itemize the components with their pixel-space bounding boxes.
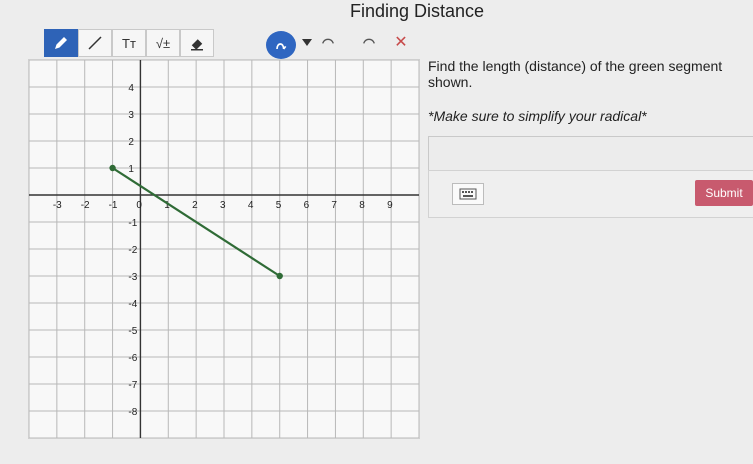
line-icon — [88, 36, 102, 50]
keyboard-button[interactable] — [452, 183, 484, 205]
x-tick-label: 8 — [359, 200, 365, 211]
x-tick-label: -3 — [53, 200, 62, 211]
segment-endpoint-end — [276, 272, 283, 280]
answer-input[interactable] — [428, 136, 753, 172]
x-tick-label: 3 — [220, 200, 226, 211]
chevron-down-icon[interactable] — [302, 39, 312, 46]
x-tick-label: 6 — [304, 200, 310, 211]
keyboard-icon — [459, 188, 477, 200]
close-icon[interactable]: ✕ — [392, 33, 410, 51]
segment-endpoint-start — [109, 164, 116, 172]
coordinate-graph: -3 -2 -1 0 1 2 3 4 5 6 7 8 9 4 3 2 1 -1 -2 -3 -4 -5 -6 -7 -8 — [28, 59, 420, 439]
highlighter-tool[interactable] — [266, 31, 296, 59]
highlighter-icon — [276, 43, 287, 50]
graph-svg: -3 -2 -1 0 1 2 3 4 5 6 7 8 94321-1-2-3-4-5-6-7-8 — [29, 60, 419, 438]
x-tick-label: 2 — [192, 200, 198, 211]
eraser-icon — [191, 39, 203, 51]
y-tick-label: 2 — [128, 137, 134, 148]
x-tick-label: 0 — [136, 200, 142, 211]
y-tick-label: 4 — [128, 83, 134, 94]
y-tick-label: -8 — [128, 407, 137, 418]
text-tool[interactable]: Tт — [112, 29, 146, 57]
x-tick-label: 5 — [276, 200, 282, 211]
question-text: Find the length (distance) of the green … — [428, 58, 723, 90]
x-tick-label: -1 — [109, 200, 118, 211]
x-tick-label: 7 — [331, 200, 337, 211]
y-tick-label: 1 — [128, 164, 134, 175]
pencil-tool[interactable] — [44, 29, 78, 57]
x-tick-label: 9 — [387, 200, 393, 211]
y-tick-label: -6 — [128, 353, 137, 364]
drawing-toolbar: Tт √± — [44, 29, 290, 57]
y-tick-label: -1 — [128, 218, 137, 229]
eraser-tool[interactable] — [180, 29, 214, 57]
y-tick-label: -2 — [128, 245, 137, 256]
radical-note: *Make sure to simplify your radical* — [428, 108, 647, 124]
sqrt-tool[interactable]: √± — [146, 29, 180, 57]
y-tick-label: -7 — [128, 380, 137, 391]
y-tick-label: -3 — [128, 272, 137, 283]
y-tick-label: 3 — [128, 110, 134, 121]
pencil-icon — [55, 37, 67, 49]
x-tick-label: -2 — [81, 200, 90, 211]
x-tick-label: 4 — [248, 200, 254, 211]
text-icon: Tт — [122, 35, 136, 51]
line-tool[interactable] — [78, 29, 112, 57]
submit-button[interactable]: Submit — [695, 180, 753, 206]
undo-icon[interactable] — [319, 33, 337, 51]
page-title: Finding Distance — [350, 1, 485, 21]
y-tick-label: -4 — [128, 299, 137, 310]
y-tick-label: -5 — [128, 326, 137, 337]
sqrt-icon: √± — [155, 35, 171, 51]
redo-icon[interactable] — [360, 33, 378, 51]
